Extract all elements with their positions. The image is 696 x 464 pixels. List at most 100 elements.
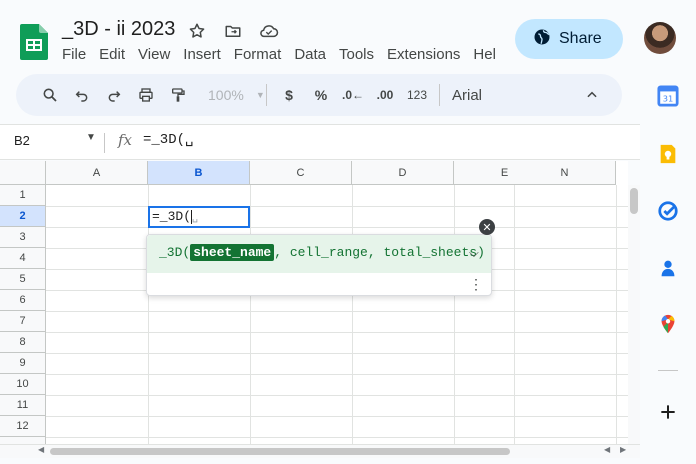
remaining-parameters: , cell_range, total_sheets) xyxy=(274,245,485,260)
function-signature[interactable]: _3D(sheet_name, cell_range, total_sheets… xyxy=(147,235,491,273)
grid-line xyxy=(46,437,628,438)
folder-move-icon[interactable] xyxy=(222,20,244,42)
row-header[interactable]: 6 xyxy=(0,290,46,311)
menu-file[interactable]: File xyxy=(62,46,99,63)
toolbar: 100% ▼ $ % .0← .00 123 Arial xyxy=(16,74,622,116)
vertical-scroll-thumb[interactable] xyxy=(630,188,638,214)
tasks-icon[interactable] xyxy=(656,199,680,223)
share-label: Share xyxy=(559,30,602,47)
font-select[interactable]: Arial xyxy=(446,81,576,109)
calendar-icon[interactable]: 31 xyxy=(656,84,680,108)
row-header[interactable]: 8 xyxy=(0,332,46,353)
increase-decimal-button[interactable]: .00 xyxy=(369,81,401,109)
row-header[interactable]: 9 xyxy=(0,353,46,374)
more-vert-icon[interactable]: ⋮ xyxy=(469,277,483,291)
cell-editor-text: =_3D( xyxy=(152,209,192,224)
side-panel: 31 xyxy=(640,72,696,464)
row-header[interactable]: 12 xyxy=(0,416,46,437)
cloud-status-icon[interactable] xyxy=(258,20,280,42)
grid-line xyxy=(514,185,515,448)
grid-line xyxy=(250,185,251,448)
row-header[interactable]: 1 xyxy=(0,185,46,206)
plus-icon[interactable] xyxy=(656,400,680,424)
column-header-b[interactable]: B xyxy=(148,161,250,185)
menu-extensions[interactable]: Extensions xyxy=(387,46,473,63)
grid-line xyxy=(454,185,455,448)
grid-line xyxy=(46,206,628,207)
grid-line xyxy=(46,395,628,396)
currency-format-button[interactable]: $ xyxy=(273,81,305,109)
side-panel-divider xyxy=(658,370,678,371)
avatar[interactable] xyxy=(644,22,676,54)
menu-format[interactable]: Format xyxy=(234,46,295,63)
undo-icon[interactable] xyxy=(66,81,98,109)
scroll-left-icon[interactable]: ◀ xyxy=(604,445,610,454)
maps-icon[interactable] xyxy=(656,312,680,336)
search-menus-icon[interactable] xyxy=(34,81,66,109)
decrease-decimal-button[interactable]: .0← xyxy=(337,81,369,109)
share-button[interactable]: Share xyxy=(515,19,623,59)
column-header-n[interactable]: N xyxy=(514,161,616,185)
horizontal-scroll-thumb[interactable] xyxy=(50,448,510,455)
scroll-right-icon[interactable]: ▶ xyxy=(620,445,626,454)
scroll-left-icon[interactable]: ◀ xyxy=(38,445,44,454)
chevron-down-icon: ▼ xyxy=(255,90,265,100)
row-header[interactable]: 3 xyxy=(0,227,46,248)
grid-line xyxy=(352,185,353,448)
active-parameter: sheet_name xyxy=(190,244,275,261)
name-box[interactable]: B2 xyxy=(14,133,30,148)
zoom-value: 100% xyxy=(208,87,244,103)
zoom-select[interactable]: 100% ▼ xyxy=(194,81,265,109)
fx-icon: fx xyxy=(118,131,133,149)
row-header[interactable]: 5 xyxy=(0,269,46,290)
row-header[interactable]: 10 xyxy=(0,374,46,395)
grid-line xyxy=(46,374,628,375)
vertical-scrollbar[interactable] xyxy=(628,185,640,448)
formula-bar-divider xyxy=(104,133,105,153)
grid-line xyxy=(616,185,617,448)
menu-edit[interactable]: Edit xyxy=(99,46,138,63)
menu-view[interactable]: View xyxy=(138,46,183,63)
row-header[interactable]: 4 xyxy=(0,248,46,269)
cell-editor-b2[interactable]: =_3D(␣ xyxy=(148,206,250,228)
spreadsheet-grid: A B C D E N 1 2 3 4 5 6 7 8 9 10 11 12 =… xyxy=(0,161,628,448)
toolbar-divider xyxy=(439,84,440,106)
formula-input[interactable]: =_3D(␣ xyxy=(143,131,193,148)
menu-data[interactable]: Data xyxy=(294,46,339,63)
number-format-button[interactable]: 123 xyxy=(401,81,433,109)
sheets-logo[interactable] xyxy=(20,24,48,60)
chevron-down-icon[interactable]: ⌵ xyxy=(469,245,479,261)
collapse-toolbar-icon[interactable] xyxy=(576,81,608,109)
formula-autocomplete-popup: _3D(sheet_name, cell_range, total_sheets… xyxy=(146,234,492,296)
sheets-app: _3D - ii 2023 File Edit View Insert Form… xyxy=(0,0,696,464)
row-header[interactable]: 11 xyxy=(0,395,46,416)
menu-insert[interactable]: Insert xyxy=(183,46,234,63)
horizontal-scrollbar[interactable]: ◀ ◀ ▶ xyxy=(0,444,640,458)
toolbar-divider xyxy=(266,84,267,106)
menu-tools[interactable]: Tools xyxy=(339,46,387,63)
svg-text:31: 31 xyxy=(663,94,674,104)
close-icon[interactable]: ✕ xyxy=(479,219,495,235)
percent-format-button[interactable]: % xyxy=(305,81,337,109)
column-header-c[interactable]: C xyxy=(250,161,352,185)
row-header[interactable]: 7 xyxy=(0,311,46,332)
contacts-icon[interactable] xyxy=(656,256,680,280)
space-marker-icon: ␣ xyxy=(192,213,199,224)
print-icon[interactable] xyxy=(130,81,162,109)
column-header-a[interactable]: A xyxy=(46,161,148,185)
keep-icon[interactable] xyxy=(656,142,680,166)
menu-bar: File Edit View Insert Format Data Tools … xyxy=(62,46,510,63)
redo-icon[interactable] xyxy=(98,81,130,109)
grid-line xyxy=(46,227,628,228)
paint-format-icon[interactable] xyxy=(162,81,194,109)
star-icon[interactable] xyxy=(186,20,208,42)
row-header[interactable]: 2 xyxy=(0,206,46,227)
menu-help[interactable]: Hel xyxy=(473,46,509,63)
select-all-corner[interactable] xyxy=(0,161,46,185)
document-title[interactable]: _3D - ii 2023 xyxy=(62,18,175,41)
grid-line xyxy=(46,311,628,312)
chevron-down-icon[interactable]: ▼ xyxy=(86,132,96,143)
grid-line xyxy=(46,332,628,333)
column-header-d[interactable]: D xyxy=(352,161,454,185)
function-name: _3D( xyxy=(159,245,191,260)
